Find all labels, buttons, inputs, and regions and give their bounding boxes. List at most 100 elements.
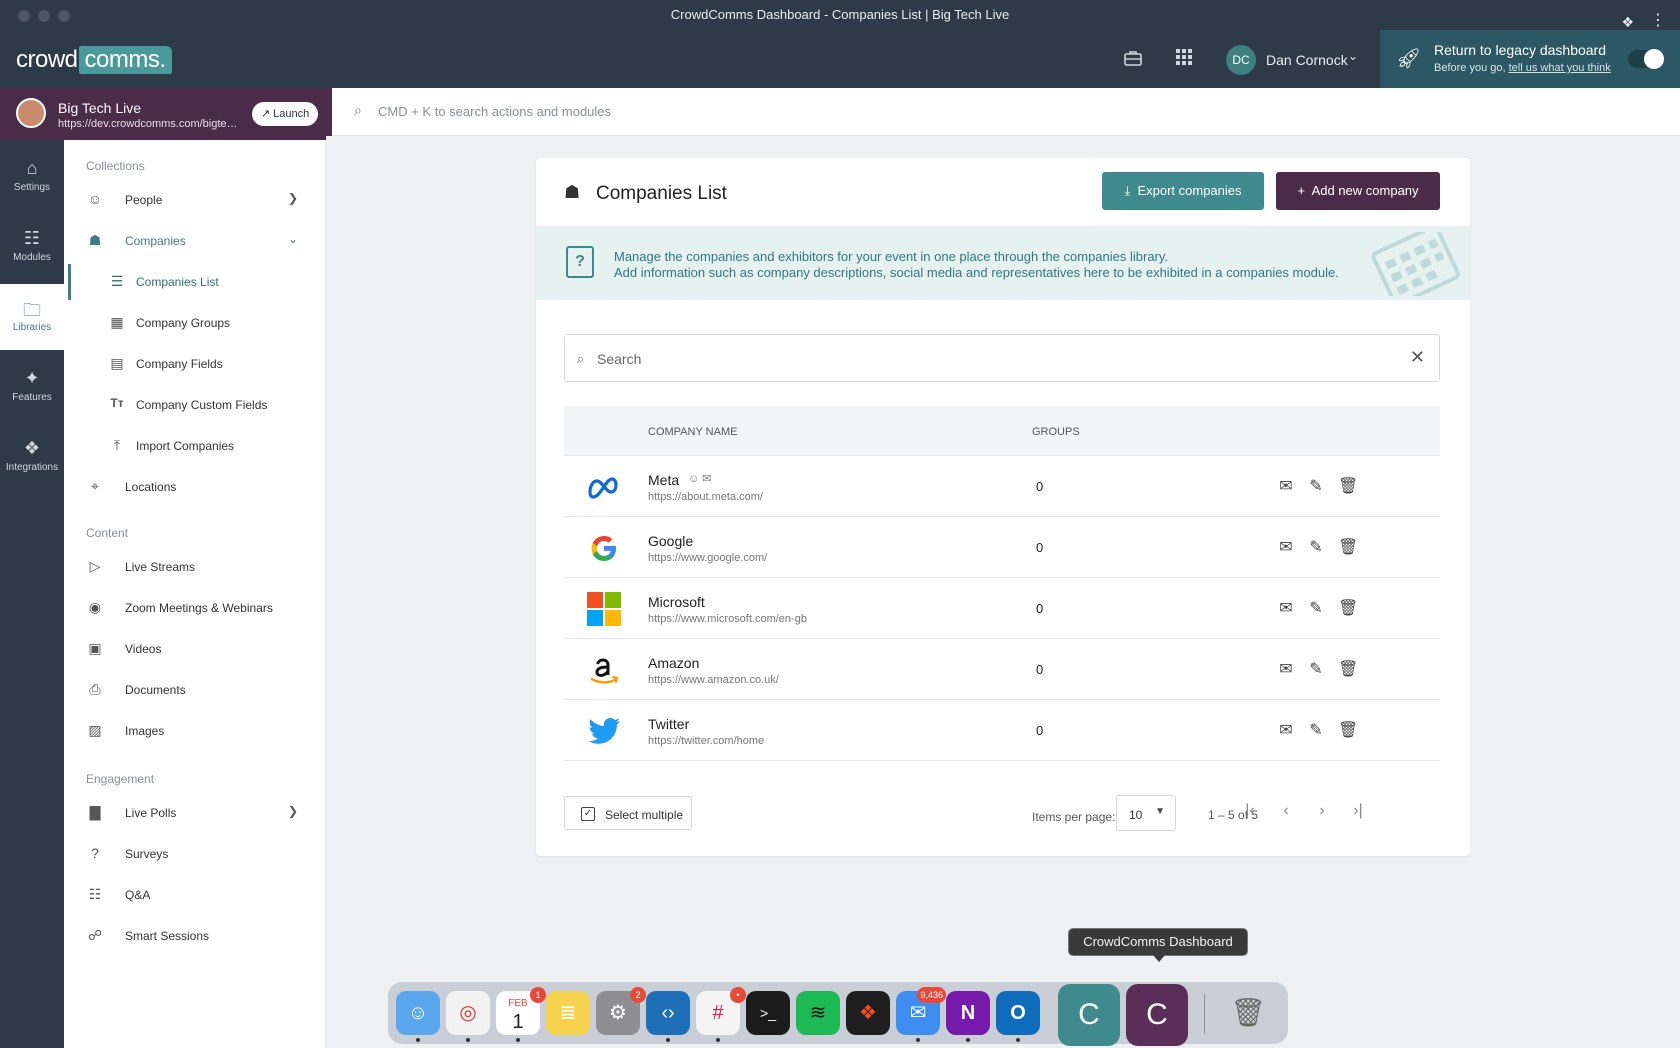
company-name[interactable]: Twitter xyxy=(648,716,689,732)
terminal-icon[interactable]: >_ xyxy=(746,991,790,1035)
delete-icon[interactable]: 🗑︎ xyxy=(1338,476,1358,496)
legacy-subtitle: Before you go, tell us what you think xyxy=(1434,62,1611,74)
figma-icon[interactable]: ❖ xyxy=(846,991,890,1035)
export-companies-button[interactable]: ⤓ Export companies xyxy=(1102,172,1264,210)
chevron-right-icon: ❯ xyxy=(287,804,298,818)
feedback-link[interactable]: tell us what you think xyxy=(1509,62,1611,74)
edit-icon[interactable]: ✎ xyxy=(1306,537,1326,557)
chat-icon: ☷ xyxy=(88,886,102,902)
previous-page-icon[interactable]: ‹ xyxy=(1276,802,1296,820)
edit-icon[interactable]: ✎ xyxy=(1306,659,1326,679)
chevron-down-icon[interactable]: ⌄ xyxy=(1348,49,1358,63)
crowdcomms-logo[interactable]: crowd comms. xyxy=(16,46,172,74)
maximize-window-button[interactable] xyxy=(58,10,70,22)
library-navigation: Collections ☺ People ❯ ☗ Companies ⌄ ☰ Compan… xyxy=(64,140,326,1048)
mail-icon[interactable]: ✉ 9,436 xyxy=(896,987,946,1042)
file-icon: ⎙ xyxy=(89,681,101,697)
nav-item-documents[interactable]: ⎙ Documents xyxy=(64,672,326,708)
nav-item-company-fields[interactable]: ▤ Company Fields xyxy=(64,346,326,382)
first-page-icon[interactable]: |‹ xyxy=(1240,802,1260,820)
rail-item-libraries[interactable]: 🗀︎ Libraries xyxy=(0,284,64,350)
nav-item-import-companies[interactable]: ⤒ Import Companies xyxy=(64,428,326,464)
add-new-company-button[interactable]: + Add new company xyxy=(1276,172,1440,210)
slack-icon[interactable]: # • xyxy=(696,987,746,1042)
close-window-button[interactable] xyxy=(18,10,30,22)
company-name[interactable]: Meta xyxy=(648,472,679,488)
column-header-company-name[interactable]: COMPANY NAME xyxy=(648,426,737,438)
dropdown-arrow-icon: ▼ xyxy=(1155,806,1165,817)
nav-item-videos[interactable]: ▣ Videos xyxy=(64,631,326,667)
crowdcomms-dashboard-icon[interactable]: C xyxy=(1126,984,1188,1046)
company-name[interactable]: Google xyxy=(648,533,693,549)
nav-item-qa[interactable]: ☷ Q&A xyxy=(64,877,326,913)
delete-icon[interactable]: 🗑︎ xyxy=(1338,537,1358,557)
rail-item-features[interactable]: ✦ Features xyxy=(0,354,64,420)
clear-search-icon[interactable]: ✕ xyxy=(1410,347,1425,368)
nav-item-people[interactable]: ☺ People ❯ xyxy=(64,182,326,218)
companies-search-input[interactable]: ⌕ Search ✕ xyxy=(564,334,1440,382)
edit-icon[interactable]: ✎ xyxy=(1306,476,1326,496)
nav-item-companies-list[interactable]: ☰ Companies List xyxy=(64,264,326,300)
delete-icon[interactable]: 🗑︎ xyxy=(1338,598,1358,618)
global-search-bar[interactable]: ⌕ CMD + K to search actions and modules xyxy=(332,88,1680,136)
plus-icon: + xyxy=(1297,183,1306,198)
table-row[interactable]: Twitter https://twitter.com/home 0 ✉ ✎ 🗑… xyxy=(564,700,1440,761)
vscode-icon[interactable]: ‹› xyxy=(646,991,690,1042)
column-header-groups[interactable]: GROUPS xyxy=(1032,426,1080,438)
legacy-dashboard-toggle[interactable] xyxy=(1628,49,1664,69)
minimize-window-button[interactable] xyxy=(38,10,50,22)
select-multiple-button[interactable]: ✓ Select multiple xyxy=(564,796,692,830)
email-icon[interactable]: ✉ xyxy=(1276,659,1296,679)
apps-grid-icon[interactable] xyxy=(1172,48,1196,72)
delete-icon[interactable]: 🗑︎ xyxy=(1338,659,1358,679)
email-icon[interactable]: ✉ xyxy=(1276,720,1296,740)
email-icon[interactable]: ✉ xyxy=(1276,598,1296,618)
last-page-icon[interactable]: ›| xyxy=(1348,802,1368,820)
nav-item-surveys[interactable]: ? Surveys xyxy=(64,836,326,872)
onenote-icon[interactable]: N xyxy=(946,991,990,1042)
nav-item-zoom[interactable]: ◉ Zoom Meetings & Webinars xyxy=(64,590,326,626)
table-row[interactable]: Google https://www.google.com/ 0 ✉ ✎ 🗑︎ xyxy=(564,517,1440,578)
finder-icon[interactable]: ☺ xyxy=(396,991,440,1042)
edit-icon[interactable]: ✎ xyxy=(1306,598,1326,618)
rail-item-integrations[interactable]: ❖ Integrations xyxy=(0,424,64,490)
rail-item-modules[interactable]: ☷ Modules xyxy=(0,214,64,280)
nav-item-images[interactable]: ▨ Images xyxy=(64,713,326,749)
launch-button[interactable]: ↗ Launch xyxy=(252,102,318,126)
chrome-icon[interactable]: ◎ xyxy=(446,991,490,1042)
user-avatar[interactable]: DC xyxy=(1226,45,1256,75)
info-text-line2: Add information such as company descript… xyxy=(614,265,1339,280)
email-icon[interactable]: ✉ xyxy=(1276,537,1296,557)
nav-item-live-polls[interactable]: ▇ Live Polls ❯ xyxy=(64,795,326,831)
briefcase-icon[interactable] xyxy=(1121,48,1145,72)
notes-icon[interactable]: ≣ xyxy=(546,991,590,1035)
system-settings-icon[interactable]: ⚙ 2 xyxy=(596,987,646,1035)
company-name[interactable]: Amazon xyxy=(648,655,699,671)
delete-icon[interactable]: 🗑︎ xyxy=(1338,720,1358,740)
chevron-down-icon: ⌄ xyxy=(287,232,298,246)
items-per-page-select[interactable]: 10 ▼ xyxy=(1116,795,1176,831)
trash-icon[interactable]: 🗑︎ xyxy=(1226,991,1270,1035)
email-icon[interactable]: ✉ xyxy=(1276,476,1296,496)
nav-item-smart-sessions[interactable]: ☍ Smart Sessions xyxy=(64,918,326,954)
document-icon: ▤ xyxy=(110,355,124,371)
company-name[interactable]: Microsoft xyxy=(648,594,705,610)
video-icon: ▣ xyxy=(88,640,102,656)
table-row[interactable]: Meta ☺ ✉ https://about.meta.com/ 0 ✉ ✎ 🗑… xyxy=(564,456,1440,517)
crowdcomms-app-icon[interactable]: C xyxy=(1058,984,1120,1046)
table-row[interactable]: Microsoft https://www.microsoft.com/en-g… xyxy=(564,578,1440,639)
edit-icon[interactable]: ✎ xyxy=(1306,720,1326,740)
table-row[interactable]: Amazon https://www.amazon.co.uk/ 0 ✉ ✎ 🗑… xyxy=(564,639,1440,700)
nav-item-locations[interactable]: ⌖ Locations xyxy=(64,469,326,505)
next-page-icon[interactable]: › xyxy=(1312,802,1332,820)
nav-item-live-streams[interactable]: ▷ Live Streams xyxy=(64,549,326,585)
calendar-icon[interactable]: FEB 1 1 xyxy=(496,987,546,1042)
outlook-icon[interactable]: O xyxy=(996,991,1040,1042)
nav-item-company-groups[interactable]: ▦ Company Groups xyxy=(64,305,326,341)
meta-logo xyxy=(588,477,618,499)
nav-item-companies[interactable]: ☗ Companies ⌄ xyxy=(64,223,326,259)
user-name[interactable]: Dan Cornock xyxy=(1266,52,1348,68)
rail-item-settings[interactable]: ⌂ Settings xyxy=(0,144,64,210)
nav-item-company-custom-fields[interactable]: Tᴛ Company Custom Fields xyxy=(64,387,326,423)
spotify-icon[interactable]: ≋ xyxy=(796,991,840,1035)
